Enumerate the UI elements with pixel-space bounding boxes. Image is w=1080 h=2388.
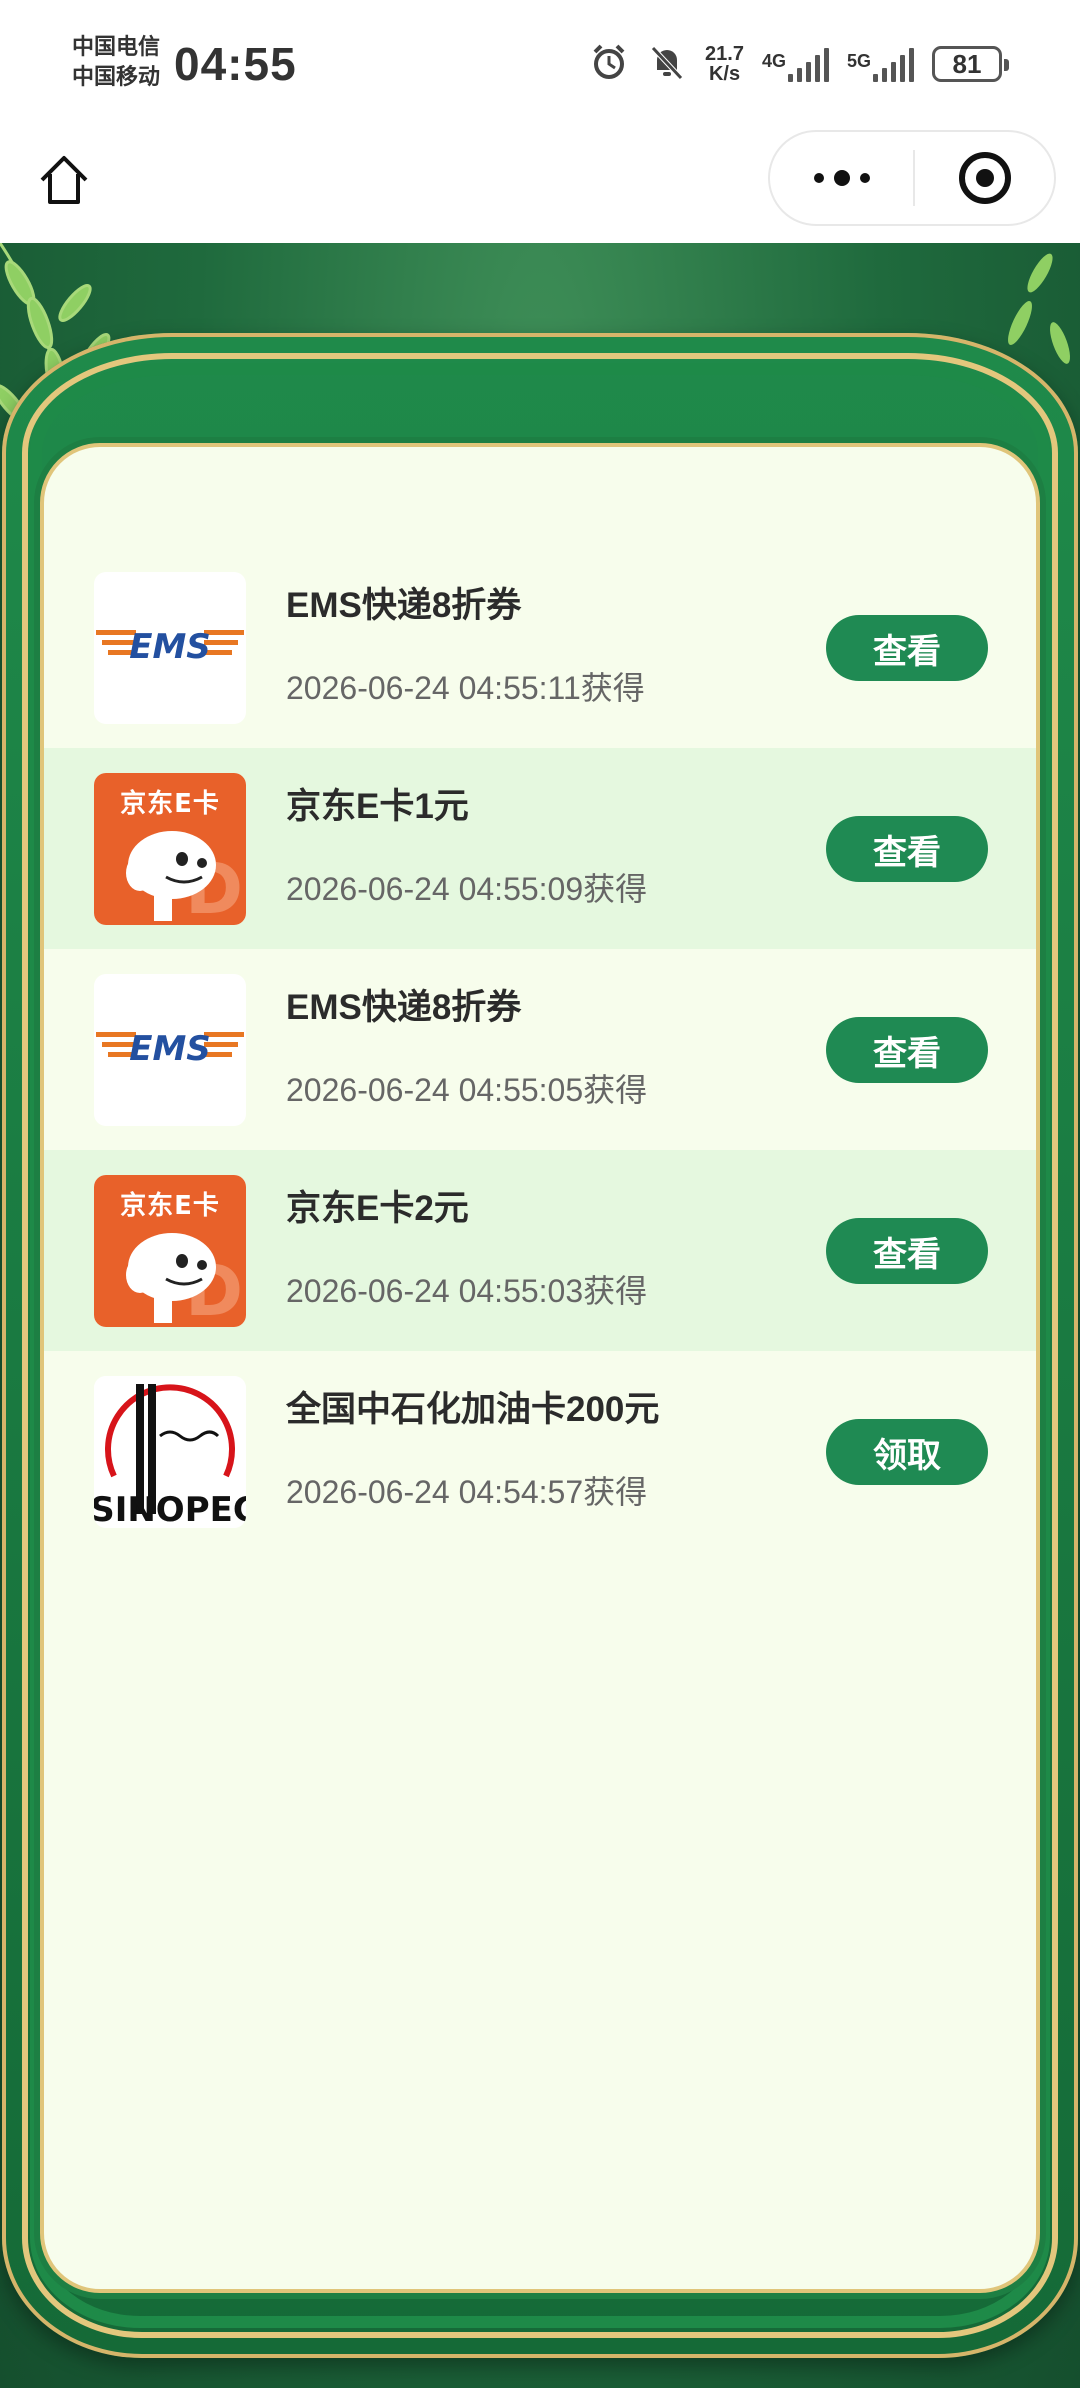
item-title: EMS快递8折券: [286, 586, 522, 625]
jd-ecard-logo: 京东E卡 D: [94, 1175, 246, 1327]
network-speed: 21.7 K/s: [705, 44, 744, 84]
item-title: 京东E卡1元: [286, 787, 469, 826]
net-label-4g: 4G: [761, 51, 786, 71]
status-bar: 中国电信 中国移动 04:55 21.7 K/s 4G 5G 81: [0, 0, 1080, 128]
jd-dog-icon: D: [126, 1233, 243, 1327]
signal-5g: 5G: [847, 46, 914, 82]
item-title: 全国中石化加油卡200元: [286, 1390, 660, 1429]
home-icon: [40, 156, 88, 204]
svg-text:EMS: EMS: [129, 627, 211, 667]
exit-target-icon: [958, 152, 1011, 204]
status-time: 04:55: [174, 38, 297, 90]
svg-text:EMS: EMS: [129, 1029, 211, 1069]
view-button[interactable]: 查看: [826, 816, 988, 882]
green-background: EMS EMS快递8折券 2026-06-24 04:55:11获得 查看 京东…: [0, 243, 1080, 2388]
item-time: 2026-06-24 04:55:03获得: [286, 1273, 648, 1309]
jd-ecard-logo: 京东E卡 D: [94, 773, 246, 925]
jd-dog-icon: D: [126, 831, 243, 925]
list-item: EMS EMS快递8折券 2026-06-24 04:55:05获得 查看: [44, 949, 1036, 1150]
mini-program-navbar: [0, 128, 1080, 243]
carrier-2: 中国移动: [72, 64, 161, 89]
item-time: 2026-06-24 04:55:09获得: [286, 871, 648, 907]
ems-logo-icon: EMS: [96, 627, 244, 667]
claim-button[interactable]: 领取: [826, 1419, 988, 1485]
svg-text:SINOPEC: SINOPEC: [94, 1490, 246, 1528]
signal-bars-icon: [873, 46, 914, 82]
battery-icon: 81: [932, 46, 1009, 82]
speed-unit: K/s: [708, 63, 741, 85]
ems-logo: EMS: [94, 572, 246, 724]
close-button[interactable]: [915, 132, 1054, 224]
carrier-1: 中国电信: [72, 34, 161, 59]
sinopec-logo: SINOPEC: [94, 1376, 246, 1528]
view-button[interactable]: 查看: [826, 1218, 988, 1284]
list-item: 京东E卡 D 京东E卡2元 2026-06-24 04:55:03获得 查看: [44, 1150, 1036, 1351]
item-time: 2026-06-24 04:55:05获得: [286, 1072, 648, 1108]
item-title: EMS快递8折券: [286, 988, 522, 1027]
prize-list-panel: EMS EMS快递8折券 2026-06-24 04:55:11获得 查看 京东…: [40, 443, 1040, 2293]
view-button[interactable]: 查看: [826, 1017, 988, 1083]
signal-bars-icon: [787, 46, 829, 82]
ems-logo-icon: EMS: [96, 1029, 244, 1069]
view-button[interactable]: 查看: [826, 615, 988, 681]
home-button[interactable]: [34, 150, 94, 210]
list-item: EMS EMS快递8折券 2026-06-24 04:55:11获得 查看: [44, 547, 1036, 748]
list-item: 京东E卡 D 京东E卡1元 2026-06-24 04:55:09获得 查看: [44, 748, 1036, 949]
list-item: SINOPEC 全国中石化加油卡200元 2026-06-24 04:54:57…: [44, 1351, 1036, 1552]
item-title: 京东E卡2元: [286, 1189, 469, 1228]
speed-value: 21.7: [705, 43, 744, 65]
status-icons: 21.7 K/s 4G 5G 81: [589, 40, 1009, 88]
ems-logo: EMS: [94, 974, 246, 1126]
sinopec-logo-icon: SINOPEC: [94, 1376, 246, 1528]
more-button[interactable]: [770, 132, 913, 224]
mute-bell-icon: [647, 42, 687, 87]
item-time: 2026-06-24 04:54:57获得: [286, 1474, 648, 1510]
alarm-icon: [589, 42, 629, 87]
battery-level: 81: [952, 48, 982, 79]
capsule-menu: [768, 130, 1056, 226]
signal-4g: 4G: [762, 46, 829, 82]
item-time: 2026-06-24 04:55:11获得: [286, 670, 645, 706]
prize-list: EMS EMS快递8折券 2026-06-24 04:55:11获得 查看 京东…: [44, 547, 1036, 1552]
carrier-info: 中国电信 中国移动: [72, 32, 160, 92]
net-label-5g: 5G: [846, 51, 871, 71]
